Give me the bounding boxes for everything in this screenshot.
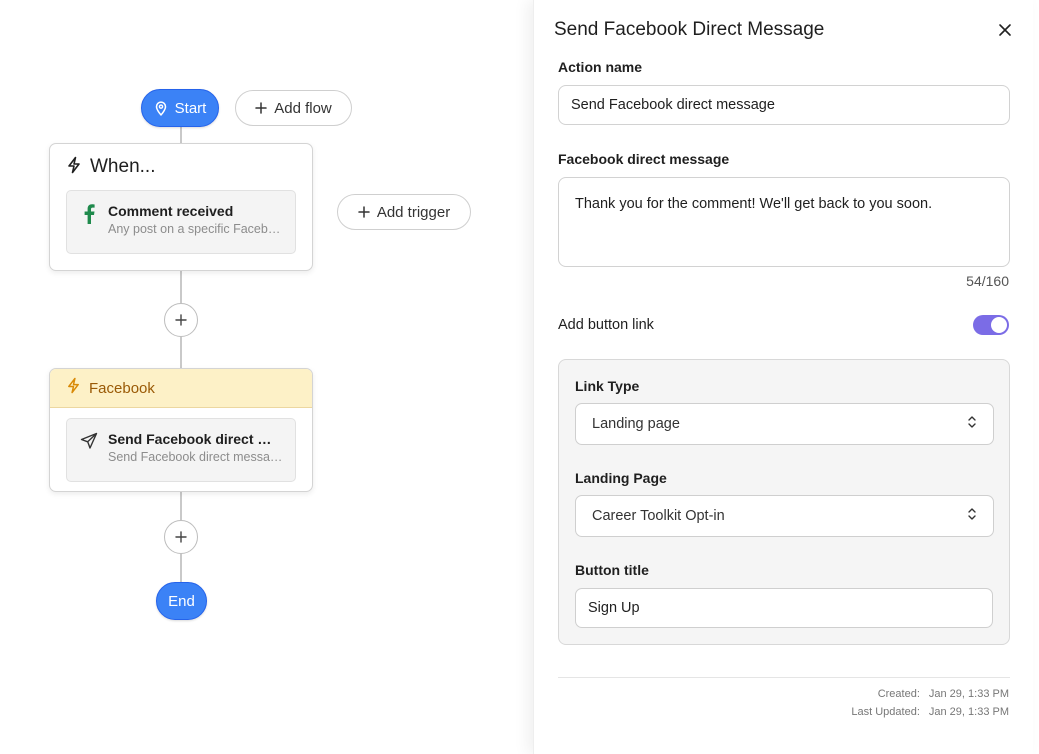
- add-button-link-label: Add button link: [558, 317, 654, 333]
- start-label: Start: [174, 99, 207, 117]
- lightning-icon: [66, 156, 82, 179]
- toggle-knob: [991, 317, 1007, 333]
- add-step-button[interactable]: [164, 303, 198, 337]
- action-name-label: Action name: [558, 59, 643, 75]
- connector-line: [180, 126, 182, 144]
- message-textarea[interactable]: Thank you for the comment! We'll get bac…: [558, 177, 1010, 267]
- action-card-header: Facebook: [50, 369, 312, 408]
- connector-line: [180, 492, 182, 520]
- trigger-card-title: When...: [90, 156, 156, 177]
- trigger-card-header: When...: [50, 144, 312, 190]
- add-trigger-button[interactable]: Add trigger: [337, 194, 471, 230]
- end-node[interactable]: End: [156, 582, 207, 620]
- trigger-item-title: Comment received: [108, 203, 234, 219]
- link-type-label: Link Type: [575, 378, 640, 394]
- updated-label: Last Updated:: [851, 706, 920, 718]
- chevron-up-down-icon: [967, 415, 977, 433]
- plus-icon: [358, 206, 370, 218]
- lightning-icon: [66, 377, 81, 399]
- link-type-value: Landing page: [592, 416, 680, 432]
- link-type-select[interactable]: Landing page: [575, 403, 994, 445]
- created-meta: Created: Jan 29, 1:33 PM: [878, 688, 1009, 700]
- landing-page-label: Landing Page: [575, 470, 667, 486]
- end-label: End: [168, 592, 195, 610]
- action-name-input[interactable]: Send Facebook direct message: [558, 85, 1010, 125]
- action-settings-panel: Send Facebook Direct Message Action name…: [533, 0, 1033, 754]
- close-icon[interactable]: [997, 22, 1013, 38]
- landing-page-select[interactable]: Career Toolkit Opt-in: [575, 495, 994, 537]
- plus-icon: [175, 314, 187, 326]
- facebook-icon: [79, 203, 99, 241]
- connector-line: [180, 270, 182, 303]
- button-title-label: Button title: [575, 562, 649, 578]
- add-flow-label: Add flow: [274, 99, 332, 117]
- flow-canvas: Start Add flow When... Comment received …: [0, 0, 533, 754]
- add-flow-button[interactable]: Add flow: [235, 90, 352, 126]
- button-link-settings: Link Type Landing page Landing Page Care…: [558, 359, 1010, 645]
- created-label: Created:: [877, 688, 920, 700]
- button-title-input[interactable]: Sign Up: [575, 588, 993, 628]
- action-name-value: Send Facebook direct message: [571, 97, 775, 113]
- trigger-item-subtitle: Any post on a specific Facebook page: [108, 222, 283, 236]
- created-value: Jan 29, 1:33 PM: [928, 688, 1009, 700]
- panel-title: Send Facebook Direct Message: [554, 19, 825, 40]
- chevron-up-down-icon: [967, 507, 977, 525]
- action-card[interactable]: Facebook Send Facebook direct message Se…: [49, 368, 313, 492]
- add-trigger-label: Add trigger: [376, 203, 451, 221]
- map-pin-icon: [154, 100, 168, 116]
- updated-meta: Last Updated: Jan 29, 1:33 PM: [851, 706, 1009, 718]
- updated-value: Jan 29, 1:33 PM: [928, 706, 1009, 718]
- trigger-item[interactable]: Comment received Any post on a specific …: [66, 190, 296, 254]
- add-button-link-toggle[interactable]: [973, 315, 1009, 335]
- action-item-subtitle: Send Facebook direct message to commente…: [108, 450, 283, 464]
- message-label: Facebook direct message: [558, 151, 730, 167]
- plus-icon: [175, 531, 187, 543]
- connector-line: [180, 337, 182, 368]
- start-node[interactable]: Start: [141, 89, 219, 127]
- action-item-title: Send Facebook direct message: [108, 431, 283, 447]
- add-step-button[interactable]: [164, 520, 198, 554]
- divider: [558, 677, 1010, 678]
- connector-line: [180, 554, 182, 582]
- landing-page-value: Career Toolkit Opt-in: [592, 508, 725, 524]
- message-value: Thank you for the comment! We'll get bac…: [575, 196, 933, 212]
- char-counter: 54/160: [966, 273, 1009, 289]
- action-card-title: Facebook: [89, 379, 155, 397]
- plus-icon: [255, 102, 267, 114]
- paper-plane-icon: [79, 431, 99, 469]
- trigger-card[interactable]: When... Comment received Any post on a s…: [49, 143, 313, 271]
- action-item[interactable]: Send Facebook direct message Send Facebo…: [66, 418, 296, 482]
- button-title-value: Sign Up: [588, 600, 640, 616]
